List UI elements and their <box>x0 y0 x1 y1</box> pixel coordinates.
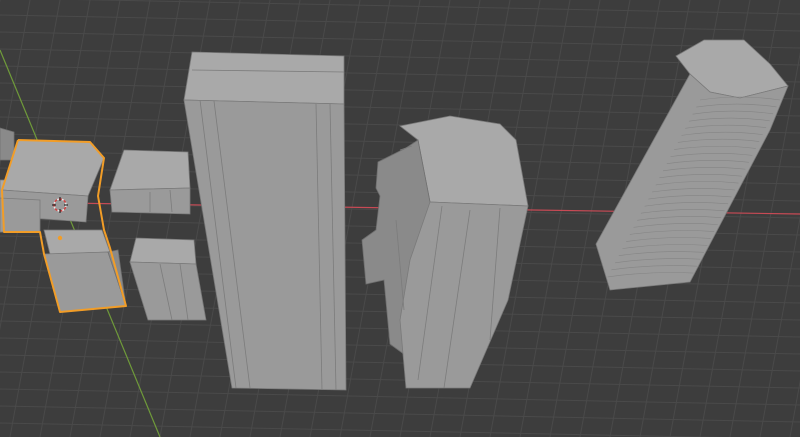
viewport-canvas[interactable] <box>0 0 800 437</box>
building-curved-tower[interactable] <box>595 39 789 291</box>
object-origin-icon <box>57 235 63 241</box>
3d-viewport[interactable] <box>0 0 800 437</box>
building-l-shaped[interactable] <box>0 139 127 313</box>
